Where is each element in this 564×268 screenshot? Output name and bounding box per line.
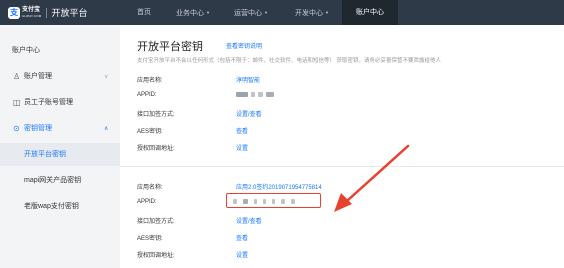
annotation-arrow-icon [334, 144, 410, 212]
